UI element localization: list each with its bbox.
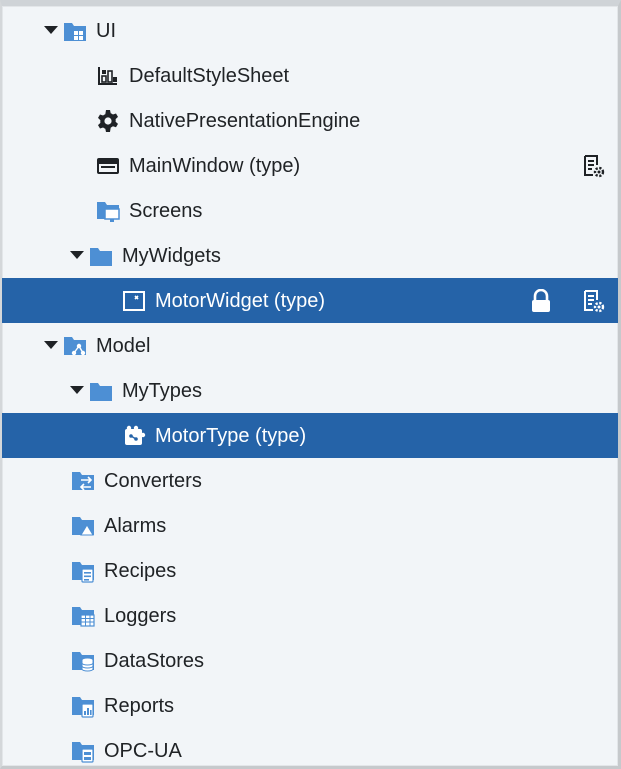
folder-icon xyxy=(88,378,114,404)
converters-folder-icon xyxy=(70,468,96,494)
tree-node-label: Model xyxy=(96,334,151,357)
widget-icon xyxy=(121,288,147,314)
window-icon xyxy=(95,153,121,179)
tree-node-label: MainWindow (type) xyxy=(129,154,301,177)
tree-node-label: MotorType (type) xyxy=(155,424,307,447)
project-tree: UI DefaultStyleSheet NativePresentationE… xyxy=(2,8,618,766)
tree-node-label: DataStores xyxy=(104,649,205,672)
tree-node-label: Converters xyxy=(104,469,202,492)
tree-node-label: Alarms xyxy=(104,514,167,537)
row-actions xyxy=(580,143,606,188)
project-tree-panel: UI DefaultStyleSheet NativePresentationE… xyxy=(0,0,621,769)
folder-icon xyxy=(88,243,114,269)
tree-node-label: Screens xyxy=(129,199,203,222)
tree-node-model[interactable]: Model xyxy=(2,323,618,368)
lock-icon[interactable] xyxy=(528,288,554,314)
model-folder-icon xyxy=(62,333,88,359)
tree-node-label: Reports xyxy=(104,694,175,717)
object-type-icon xyxy=(121,423,147,449)
tree-node-ui[interactable]: UI xyxy=(2,8,618,53)
type-settings-icon[interactable] xyxy=(580,288,606,314)
tree-node-main-window[interactable]: MainWindow (type) xyxy=(2,143,618,188)
expand-arrow-icon[interactable] xyxy=(66,380,88,402)
tree-node-loggers[interactable]: Loggers xyxy=(2,593,618,638)
tree-node-label: Loggers xyxy=(104,604,177,627)
expand-arrow-icon[interactable] xyxy=(66,245,88,267)
tree-node-alarms[interactable]: Alarms xyxy=(2,503,618,548)
tree-node-label: DefaultStyleSheet xyxy=(129,64,290,87)
expand-arrow-icon[interactable] xyxy=(40,335,62,357)
tree-node-default-style-sheet[interactable]: DefaultStyleSheet xyxy=(2,53,618,98)
expand-arrow-icon[interactable] xyxy=(40,20,62,42)
tree-node-opc-ua[interactable]: OPC-UA xyxy=(2,728,618,766)
tree-node-motor-widget[interactable]: MotorWidget (type) xyxy=(2,278,618,323)
tree-node-label: OPC-UA xyxy=(104,739,182,762)
recipes-folder-icon xyxy=(70,558,96,584)
tree-node-label: MotorWidget (type) xyxy=(155,289,326,312)
tree-node-my-widgets[interactable]: MyWidgets xyxy=(2,233,618,278)
row-actions xyxy=(528,278,606,323)
tree-node-label: Recipes xyxy=(104,559,177,582)
tree-node-screens[interactable]: Screens xyxy=(2,188,618,233)
tree-node-native-presentation-engine[interactable]: NativePresentationEngine xyxy=(2,98,618,143)
loggers-folder-icon xyxy=(70,603,96,629)
datastores-folder-icon xyxy=(70,648,96,674)
type-settings-icon[interactable] xyxy=(580,153,606,179)
tree-node-reports[interactable]: Reports xyxy=(2,683,618,728)
tree-node-converters[interactable]: Converters xyxy=(2,458,618,503)
opcua-folder-icon xyxy=(70,738,96,764)
tree-node-my-types[interactable]: MyTypes xyxy=(2,368,618,413)
tree-node-label: MyWidgets xyxy=(122,244,221,267)
style-sheet-icon xyxy=(95,63,121,89)
tree-node-motor-type[interactable]: MotorType (type) xyxy=(2,413,618,458)
tree-node-recipes[interactable]: Recipes xyxy=(2,548,618,593)
tree-node-label: UI xyxy=(96,19,116,42)
reports-folder-icon xyxy=(70,693,96,719)
gear-icon xyxy=(95,108,121,134)
tree-node-data-stores[interactable]: DataStores xyxy=(2,638,618,683)
ui-folder-icon xyxy=(62,18,88,44)
screens-folder-icon xyxy=(95,198,121,224)
alarms-folder-icon xyxy=(70,513,96,539)
tree-node-label: MyTypes xyxy=(122,379,203,402)
tree-node-label: NativePresentationEngine xyxy=(129,109,361,132)
